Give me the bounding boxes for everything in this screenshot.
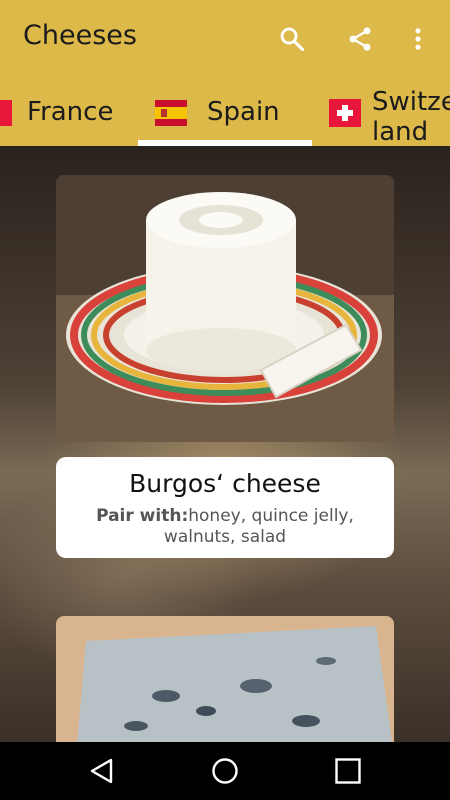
flag-france-icon: [0, 100, 12, 126]
tab-label-switzerland: Switze land: [372, 87, 450, 146]
app-bar: Cheeses: [0, 0, 450, 80]
pairing-value: honey, quince jelly, walnuts, salad: [163, 506, 354, 547]
country-tabs: France Spain Switze land: [0, 80, 450, 146]
tab-label-spain: Spain: [207, 97, 280, 127]
flag-switzerland-icon: [329, 99, 361, 127]
tab-france[interactable]: France: [0, 80, 130, 146]
tab-label-france: France: [27, 97, 114, 127]
cheese-photo[interactable]: [56, 175, 394, 442]
cheese-caption-card[interactable]: Burgos‘ cheese Pair with:honey, quince j…: [56, 457, 394, 558]
system-nav-bar: [0, 742, 450, 800]
cheese-name: Burgos‘ cheese: [129, 469, 321, 498]
app-title: Cheeses: [23, 20, 137, 51]
more-vert-icon[interactable]: [401, 22, 435, 56]
recents-icon[interactable]: [333, 756, 363, 786]
search-icon[interactable]: [275, 22, 309, 56]
flag-spain-icon: [155, 100, 187, 126]
pairing-label: Pair with:: [96, 506, 189, 526]
tab-switzerland[interactable]: Switze land: [320, 80, 450, 146]
cheese-photo-2[interactable]: [56, 616, 394, 742]
back-icon[interactable]: [87, 756, 117, 786]
pairing-text: Pair with:honey, quince jelly, walnuts, …: [62, 506, 388, 548]
cheese-list[interactable]: Burgos‘ cheese Pair with:honey, quince j…: [0, 146, 450, 742]
share-icon[interactable]: [343, 22, 377, 56]
home-icon[interactable]: [210, 756, 240, 786]
tab-spain[interactable]: Spain: [138, 80, 312, 146]
